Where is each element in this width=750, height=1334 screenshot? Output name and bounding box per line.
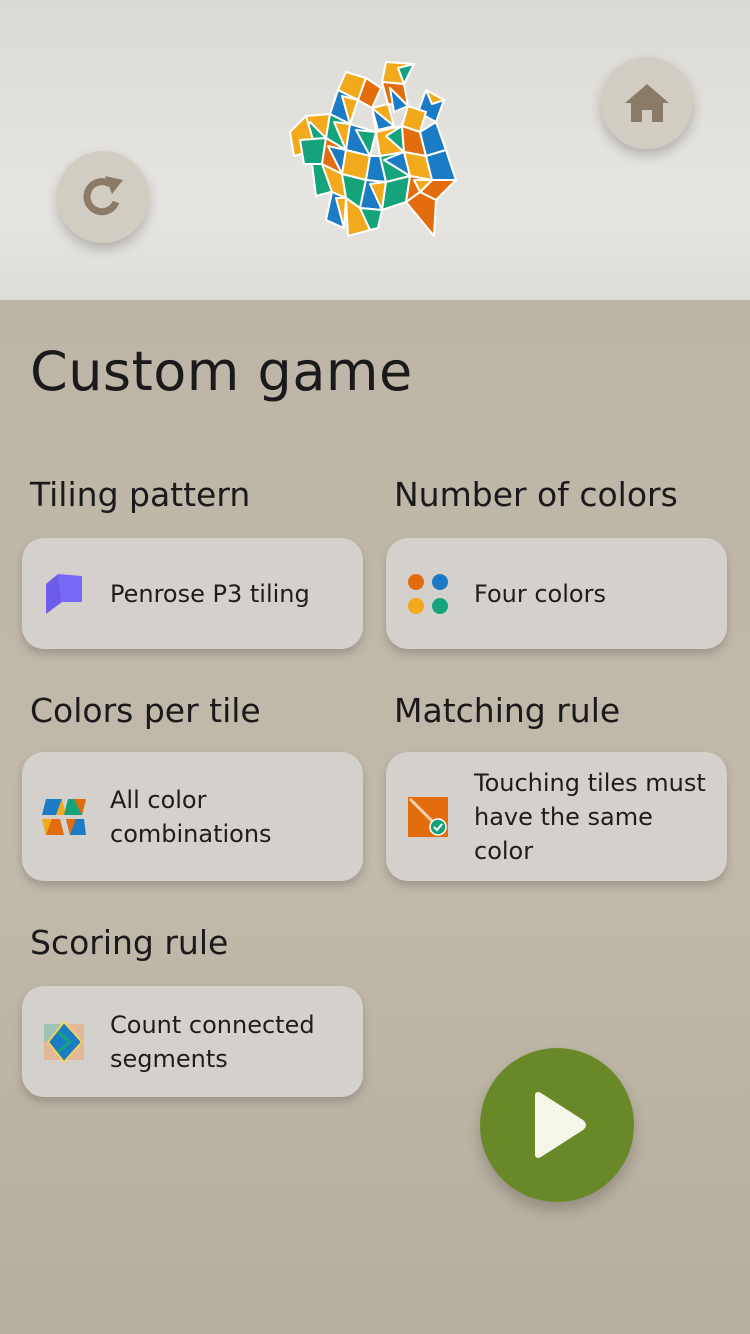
refresh-icon xyxy=(83,176,123,216)
play-button[interactable] xyxy=(480,1048,634,1202)
matching-rule-value-line1: Touching tiles must xyxy=(474,768,706,797)
reset-button[interactable] xyxy=(57,151,149,243)
matching-rule-value-line2: have the same xyxy=(474,802,653,831)
home-icon xyxy=(625,84,669,122)
matching-rule-value-line3: color xyxy=(474,836,534,865)
scoring-rule-selector[interactable]: Count connected segments xyxy=(22,986,363,1097)
matching-rule-selector[interactable]: Touching tiles must have the same color xyxy=(386,752,727,881)
colors-per-tile-value-line2: combinations xyxy=(110,819,272,848)
play-icon xyxy=(535,1092,586,1158)
four-color-dots-icon xyxy=(408,573,448,614)
colors-per-tile-value: All color combinations xyxy=(110,783,353,851)
colors-per-tile-label: Colors per tile xyxy=(30,691,261,730)
penrose-rhombus-icon xyxy=(46,573,82,614)
colors-per-tile-selector[interactable]: All color combinations xyxy=(22,752,363,881)
matching-rule-label: Matching rule xyxy=(394,691,621,730)
number-of-colors-label: Number of colors xyxy=(394,475,678,514)
matching-rule-icon xyxy=(408,796,448,837)
page-title: Custom game xyxy=(30,340,413,403)
connected-segments-icon xyxy=(44,1019,84,1064)
scoring-rule-label: Scoring rule xyxy=(30,923,229,962)
tiling-pattern-value: Penrose P3 tiling xyxy=(110,579,310,608)
scoring-rule-value-line2: segments xyxy=(110,1044,228,1073)
tiling-pattern-selector[interactable]: Penrose P3 tiling xyxy=(22,538,363,649)
home-button[interactable] xyxy=(601,57,693,149)
penrose-tiling-logo xyxy=(289,61,457,237)
matching-rule-value: Touching tiles must have the same color xyxy=(474,766,717,868)
number-of-colors-value: Four colors xyxy=(474,579,606,608)
scoring-rule-value-line1: Count connected xyxy=(110,1010,315,1039)
tiling-pattern-label: Tiling pattern xyxy=(30,475,251,514)
scoring-rule-value: Count connected segments xyxy=(110,1008,353,1076)
colors-per-tile-value-line1: All color xyxy=(110,785,207,814)
color-combinations-icon xyxy=(42,798,86,835)
number-of-colors-selector[interactable]: Four colors xyxy=(386,538,727,649)
